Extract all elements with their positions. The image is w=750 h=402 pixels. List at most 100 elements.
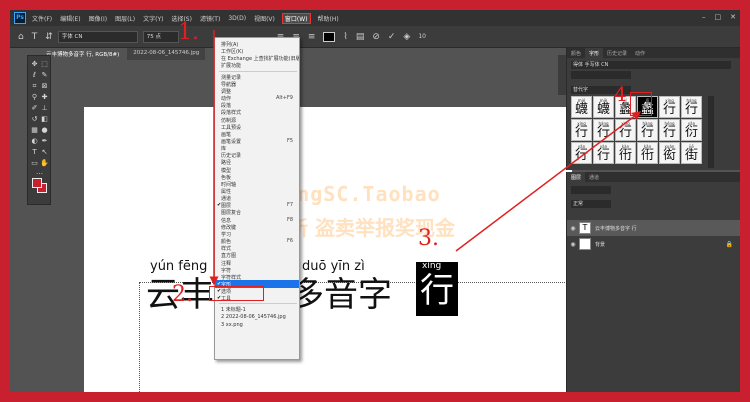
window-menu-item[interactable]: 字符 — [221, 267, 231, 274]
hand-tool-icon[interactable]: ✋ — [40, 159, 49, 168]
quick-select-icon[interactable]: ✎ — [40, 71, 49, 80]
shape-tool-icon[interactable]: ▭ — [30, 159, 39, 168]
tab-history[interactable]: 历史记录 — [603, 48, 631, 58]
tab-color[interactable]: 颜色 — [567, 48, 585, 58]
glyph-font-select[interactable]: 得体 手写体 CN — [571, 61, 731, 69]
glyph-cell[interactable]: xìng 行 — [615, 119, 636, 141]
history-brush-icon[interactable]: ↺ — [30, 115, 39, 124]
window-menu-item[interactable]: 调整 — [221, 88, 231, 95]
window-menu-item[interactable]: 仿制源 — [221, 117, 236, 124]
window-menu-item[interactable]: 在 Exchange 上查找扩展功能(旧版)... — [221, 55, 299, 62]
crop-tool-icon[interactable]: ⌗ — [30, 82, 39, 91]
glyph-cell[interactable]: kǎn 衎 — [637, 142, 658, 164]
window-menu-item[interactable]: 工作区(K) — [221, 48, 243, 55]
tab-document-2[interactable]: 2022-08-06_145746.jpg — [127, 48, 206, 60]
glyph-cell[interactable]: xíng 行 — [571, 119, 592, 141]
brush-tool-icon[interactable]: ✐ — [30, 104, 39, 113]
window-menu-item[interactable]: 画笔 — [221, 131, 231, 138]
blur-tool-icon[interactable]: ● — [40, 126, 49, 135]
glyph-cell[interactable]: xíng 行 — [659, 96, 680, 118]
minimize-icon[interactable]: – — [702, 13, 706, 21]
menu-image[interactable]: 图像(I) — [89, 14, 107, 23]
glyph-style-select[interactable] — [571, 71, 631, 79]
menu-layer[interactable]: 图层(L) — [115, 14, 135, 23]
stamp-tool-icon[interactable]: ⊥ — [40, 104, 49, 113]
tab-channels[interactable]: 通道 — [585, 172, 603, 182]
glyph-cell[interactable]: yǎn 衍 — [681, 119, 702, 141]
glyph-cell[interactable]: yǎn 行 — [571, 142, 592, 164]
visibility-eye-icon[interactable]: ◉ — [567, 241, 579, 248]
menu-edit[interactable]: 编辑(E) — [60, 14, 80, 23]
commit-icon[interactable]: ✓ — [388, 32, 396, 42]
window-menu-item[interactable]: 画笔设置 — [221, 138, 241, 145]
eyedropper-icon[interactable]: ⚲ — [30, 93, 39, 102]
glyph-cell[interactable]: jiē 街 — [681, 142, 702, 164]
more-tools-icon[interactable]: … — [35, 168, 44, 177]
text-tool-icon[interactable]: T — [30, 148, 39, 157]
window-menu-item[interactable]: 段落样式 — [221, 109, 241, 116]
glyph-cell[interactable]: mié 蠛 — [571, 96, 592, 118]
healing-brush-icon[interactable]: ✚ — [40, 93, 49, 102]
menu-3d[interactable]: 3D(D) — [228, 15, 246, 22]
eraser-tool-icon[interactable]: ◧ — [40, 115, 49, 124]
type-tool-icon[interactable]: T — [32, 32, 38, 42]
tab-actions[interactable]: 动作 — [631, 48, 649, 58]
window-menu-item[interactable]: 通道 — [221, 195, 231, 202]
window-menu-item[interactable]: 导航器 — [221, 81, 236, 88]
tab-document-1[interactable]: 云丰博物多音字 行, RGB/8#) — [40, 48, 126, 60]
window-menu-item[interactable]: 模型 — [221, 167, 231, 174]
move-tool-icon[interactable]: ✥ — [30, 60, 39, 69]
path-select-icon[interactable]: ↖ — [40, 148, 49, 157]
window-menu-item[interactable]: 时间轴 — [221, 181, 236, 188]
text-color-swatch[interactable] — [323, 31, 336, 42]
window-menu-item[interactable]: 字符样式 — [221, 274, 241, 281]
font-family-select[interactable]: 字体 CN — [57, 30, 138, 43]
frame-tool-icon[interactable]: ⊠ — [40, 82, 49, 91]
marquee-tool-icon[interactable]: ⬚ — [40, 60, 49, 69]
glyph-cell[interactable]: miè 蠛 — [593, 96, 614, 118]
window-menu-item[interactable]: 图层 — [221, 202, 231, 209]
window-menu-item[interactable]: 3 xx.png — [221, 322, 243, 328]
glyph-cell[interactable]: hàng 行 — [637, 119, 658, 141]
tab-layers[interactable]: 图层 — [567, 172, 586, 182]
window-menu-item[interactable]: 色板 — [221, 174, 231, 181]
window-menu-item[interactable]: 样式 — [221, 245, 231, 252]
menu-window[interactable]: 窗口(W) — [281, 12, 311, 24]
layer-filter-select[interactable] — [571, 186, 611, 194]
gradient-tool-icon[interactable]: ▦ — [30, 126, 39, 135]
window-menu-item[interactable]: 段落 — [221, 102, 231, 109]
menu-filter[interactable]: 滤镜(T) — [200, 14, 220, 23]
glyph-cell[interactable]: háng 行 — [593, 119, 614, 141]
window-menu-item[interactable]: 属性 — [221, 188, 231, 195]
window-menu-item[interactable]: 1 未标题-1 — [221, 306, 246, 313]
maximize-icon[interactable]: □ — [715, 13, 722, 21]
dodge-tool-icon[interactable]: ◐ — [30, 137, 39, 146]
menu-file[interactable]: 文件(F) — [32, 14, 52, 23]
window-menu-item[interactable]: 学习 — [221, 231, 231, 238]
glyph-cell[interactable]: kàn 衎 — [615, 142, 636, 164]
glyph-cell[interactable]: xuàn 衒 — [659, 142, 680, 164]
window-menu-item[interactable]: 直方图 — [221, 252, 236, 259]
window-menu-item[interactable]: 图层复合 — [221, 209, 241, 216]
window-menu-item[interactable]: 路径 — [221, 159, 231, 166]
layer-row-text[interactable]: ◉ T 云丰博物多音字 行 — [567, 220, 740, 236]
window-menu-item[interactable]: 工具预设 — [221, 124, 241, 131]
align-right-icon[interactable]: ≡ — [308, 32, 316, 42]
glyph-cell[interactable]: háng 行 — [681, 96, 702, 118]
document-canvas[interactable]: yún fēng duō yīn zì 云丰 多音字 xíng 行 — [84, 107, 579, 392]
window-menu-item[interactable]: 扩展功能 — [221, 62, 241, 69]
window-menu-item[interactable]: 排列(A) — [221, 41, 238, 48]
menu-type[interactable]: 文字(Y) — [143, 14, 163, 23]
foreground-color-swatch[interactable] — [32, 178, 42, 188]
font-size-select[interactable]: 75 点 — [142, 30, 179, 43]
orientation-icon[interactable]: ⇵ — [45, 32, 53, 42]
window-menu-item[interactable]: 信息 — [221, 217, 231, 224]
panels-icon[interactable]: ▤ — [356, 32, 365, 42]
tab-glyphs[interactable]: 字形 — [585, 48, 604, 58]
3d-icon[interactable]: ◈ — [403, 32, 410, 42]
window-menu-item[interactable]: 动作 — [221, 95, 231, 102]
hanzi-xing-selected[interactable]: 行 — [420, 271, 454, 311]
glyph-cell[interactable]: héng 行 — [659, 119, 680, 141]
window-menu-item[interactable]: 颜色 — [221, 238, 231, 245]
close-icon[interactable]: ✕ — [730, 13, 736, 21]
